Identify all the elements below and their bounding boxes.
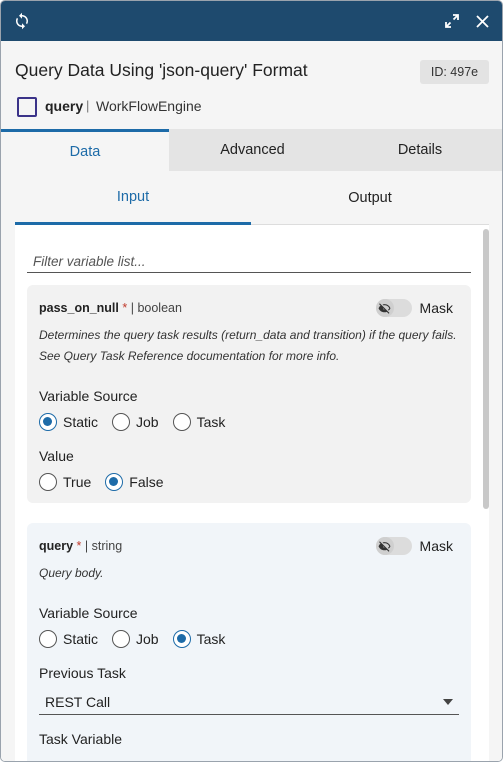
dialog-header: Query Data Using 'json-query' Format ID:… (1, 41, 502, 129)
radio-ring (172, 413, 191, 431)
variable-type: | string (84, 539, 123, 553)
task-variable-label: Task Variable (39, 731, 123, 747)
variable-source-group: Static Job Task (39, 630, 239, 648)
variable-name: pass_on_null (39, 301, 119, 315)
previous-task-value: REST Call (45, 693, 111, 710)
source-task-radio[interactable]: Task (172, 413, 226, 431)
radio-ring (172, 630, 191, 648)
variable-name: query (39, 539, 74, 553)
radio-label: True (63, 474, 92, 490)
titlebar (1, 1, 502, 41)
close-icon[interactable] (472, 11, 492, 31)
mask-label: Mask (419, 538, 453, 554)
variable-description: Query body. (39, 566, 104, 580)
variable-name-line: pass_on_null * | boolean (39, 301, 182, 315)
variable-card-query: query * | string Mask Query body. Variab… (27, 523, 471, 761)
radio-label: Task (196, 631, 226, 647)
page-title: Query Data Using 'json-query' Format (15, 60, 308, 80)
variable-card-pass-on-null: pass_on_null * | boolean Mask Determines… (27, 285, 471, 503)
eye-off-icon (375, 537, 394, 555)
mask-toggle[interactable]: Mask (375, 537, 453, 555)
expand-icon[interactable] (442, 11, 462, 31)
chevron-down-icon (443, 699, 453, 705)
main-tabs: Data Advanced Details (1, 129, 502, 171)
variable-type: | boolean (130, 301, 182, 315)
tab-data[interactable]: Data (1, 129, 169, 171)
radio-label: Static (63, 631, 99, 647)
app-name: WorkFlowEngine (96, 98, 202, 114)
variable-name-line: query * | string (39, 539, 122, 553)
variable-source-label: Variable Source (39, 605, 138, 621)
variable-source-group: Static Job Task (39, 413, 239, 431)
variable-list[interactable]: pass_on_null * | boolean Mask Determines… (15, 225, 489, 761)
source-job-radio[interactable]: Job (112, 630, 159, 648)
radio-ring (112, 630, 131, 648)
variable-description: Determines the query task results (retur… (39, 328, 457, 363)
scrollbar[interactable] (483, 229, 489, 509)
radio-label: False (129, 474, 164, 490)
id-badge: ID: 497e (420, 60, 489, 84)
mask-switch[interactable] (375, 537, 412, 555)
radio-ring (112, 413, 131, 431)
task-type-icon (17, 97, 37, 117)
refresh-icon[interactable] (12, 11, 32, 31)
radio-ring (39, 473, 57, 491)
radio-label: Task (196, 414, 226, 430)
variable-source-label: Variable Source (39, 388, 138, 404)
header-separator: | (86, 98, 90, 113)
required-mark: * (76, 539, 82, 553)
sub-tabs: Input Output (15, 171, 489, 225)
radio-label: Job (136, 414, 159, 430)
task-name: query (45, 98, 84, 114)
source-static-radio[interactable]: Static (39, 630, 98, 648)
source-task-radio[interactable]: Task (172, 630, 226, 648)
radio-ring (39, 630, 57, 648)
mask-toggle[interactable]: Mask (375, 299, 453, 317)
radio-label: Static (63, 414, 99, 430)
source-static-radio[interactable]: Static (39, 413, 98, 431)
tab-output[interactable]: Output (251, 171, 489, 225)
tab-input[interactable]: Input (15, 171, 251, 225)
required-mark: * (122, 301, 128, 315)
source-job-radio[interactable]: Job (112, 413, 159, 431)
eye-off-icon (375, 299, 394, 317)
radio-ring (105, 473, 124, 491)
previous-task-label: Previous Task (39, 665, 126, 681)
radio-label: Job (136, 631, 159, 647)
value-false-radio[interactable]: False (105, 473, 164, 491)
data-panel: Input Output pass_on_null * | boolean Ma… (1, 171, 502, 761)
mask-label: Mask (419, 300, 453, 316)
task-dialog: Query Data Using 'json-query' Format ID:… (0, 0, 503, 762)
tab-details[interactable]: Details (336, 129, 502, 171)
mask-switch[interactable] (375, 299, 412, 317)
radio-ring (39, 413, 57, 431)
value-true-radio[interactable]: True (39, 473, 91, 491)
filter-input[interactable] (27, 251, 471, 273)
previous-task-select[interactable]: REST Call (39, 689, 459, 715)
tab-advanced[interactable]: Advanced (169, 129, 336, 171)
value-group: True False (39, 473, 178, 491)
value-label: Value (39, 448, 74, 464)
